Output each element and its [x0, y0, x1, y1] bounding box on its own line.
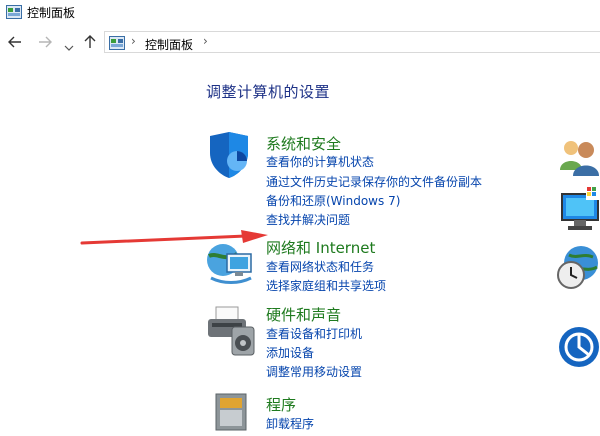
- user-accounts-icon[interactable]: [558, 136, 600, 180]
- link-view-computer-status[interactable]: 查看你的计算机状态: [266, 153, 374, 170]
- annotation-arrow-icon: [78, 228, 272, 254]
- category-system-security[interactable]: 系统和安全: [266, 133, 341, 154]
- programs-icon[interactable]: [212, 392, 252, 436]
- printer-icon[interactable]: [206, 305, 256, 361]
- breadcrumb-separator[interactable]: ›: [131, 34, 136, 48]
- forward-arrow-icon[interactable]: [38, 34, 52, 53]
- shield-icon[interactable]: [207, 131, 251, 183]
- breadcrumb-control-panel[interactable]: 控制面板: [145, 36, 193, 53]
- link-add-device[interactable]: 添加设备: [266, 344, 314, 361]
- navigation-bar: › 控制面板 ›: [0, 24, 600, 60]
- link-network-status[interactable]: 查看网络状态和任务: [266, 258, 374, 275]
- page-heading: 调整计算机的设置: [206, 83, 331, 101]
- address-bar[interactable]: › 控制面板 ›: [104, 31, 600, 53]
- appearance-monitor-icon[interactable]: [560, 186, 600, 236]
- link-file-history-backup[interactable]: 通过文件历史记录保存你的文件备份副本: [266, 173, 482, 190]
- back-arrow-icon[interactable]: [8, 34, 22, 53]
- category-hardware-sound[interactable]: 硬件和声音: [266, 304, 341, 325]
- link-uninstall-program[interactable]: 卸载程序: [266, 415, 314, 432]
- recent-locations-chevron-icon[interactable]: [64, 37, 74, 56]
- link-homegroup-sharing[interactable]: 选择家庭组和共享选项: [266, 277, 386, 294]
- clock-globe-icon[interactable]: [557, 245, 600, 295]
- ease-of-access-icon[interactable]: [557, 325, 600, 373]
- link-backup-restore[interactable]: 备份和还原(Windows 7): [266, 192, 400, 209]
- category-programs[interactable]: 程序: [266, 394, 296, 415]
- link-troubleshoot[interactable]: 查找并解决问题: [266, 211, 350, 228]
- link-mobility-settings[interactable]: 调整常用移动设置: [266, 363, 362, 380]
- category-network-internet[interactable]: 网络和 Internet: [266, 237, 375, 258]
- up-arrow-icon[interactable]: [83, 34, 97, 53]
- title-bar: 控制面板: [0, 0, 600, 24]
- control-panel-icon: [109, 35, 125, 54]
- control-panel-icon: [6, 4, 22, 23]
- breadcrumb-separator[interactable]: ›: [203, 34, 208, 48]
- link-devices-printers[interactable]: 查看设备和打印机: [266, 325, 362, 342]
- window-title: 控制面板: [27, 6, 76, 20]
